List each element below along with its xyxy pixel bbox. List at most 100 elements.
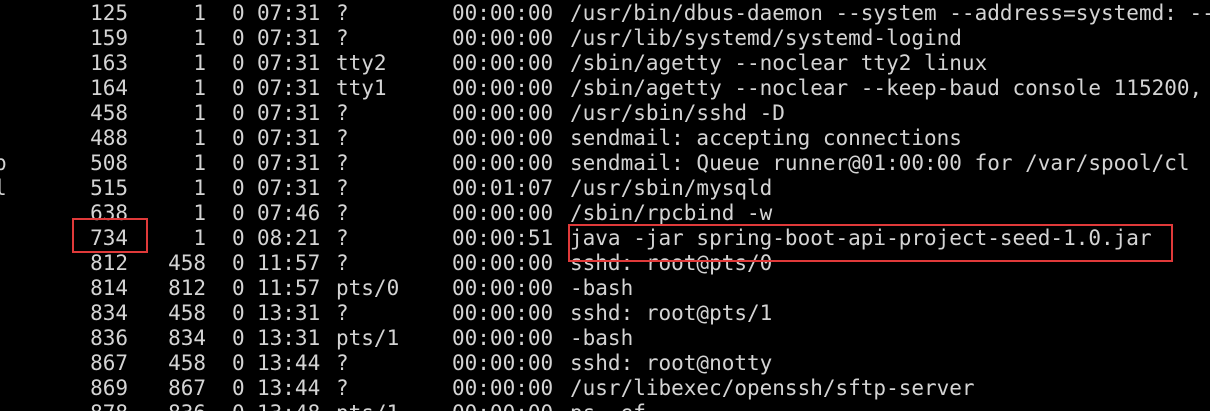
process-row: 488 1 0 07:31? 00:00:00 sendmail: accepting c… (0, 126, 1210, 151)
tty-cell: ? (336, 376, 349, 400)
start-time-cell: 11:57 (257, 251, 321, 275)
tty-cell: ? (336, 351, 349, 375)
start-time-cell: 08:21 (257, 226, 321, 250)
cpu-time-cell: 00:00:00 (452, 26, 554, 50)
cpu-time-cell: 00:00:00 (452, 326, 554, 350)
pid-cell: 814 (90, 276, 128, 300)
start-time-cell: 07:46 (257, 201, 321, 225)
process-row: 458 1 0 07:31? 00:00:00/usr/sbin/sshd -D (0, 101, 1210, 126)
cpu-cell: 0 (232, 401, 245, 411)
start-time-cell: 07:31 (257, 126, 321, 150)
tty-cell: ? (336, 151, 349, 175)
cpu-time-cell: 00:00:00 (452, 276, 554, 300)
cpu-cell: 0 (232, 151, 245, 175)
ppid-cell: 458 (168, 301, 206, 325)
tty-cell: ? (336, 226, 349, 250)
command-cell: /usr/lib/systemd/systemd-logind (570, 26, 962, 50)
start-time-cell: 13:44 (257, 376, 321, 400)
command-cell: /usr/sbin/sshd -D (570, 101, 785, 125)
start-time-cell: 07:31 (257, 1, 321, 25)
command-cell: sshd: root@notty (570, 351, 773, 375)
command-cell: sshd: root@pts/1 (570, 301, 773, 325)
pid-cell: 515 (90, 176, 128, 200)
cpu-cell: 0 (232, 376, 245, 400)
process-row: l 515 1 0 07:31? 00:01:07/usr/sbin/mysqld (0, 176, 1210, 201)
pid-cell: 834 (90, 301, 128, 325)
tty-cell: ? (336, 101, 349, 125)
cpu-cell: 0 (232, 251, 245, 275)
start-time-cell: 13:48 (257, 401, 320, 411)
cpu-cell: 0 (232, 276, 245, 300)
command-cell: /sbin/agetty --noclear tty2 linux (570, 51, 988, 75)
tty-cell: ? (336, 1, 349, 25)
uid-cell: p (0, 151, 7, 175)
pid-cell: 867 (90, 351, 128, 375)
process-row: 163 1 0 07:31 tty2 00:00:00/sbin/agetty --noc… (0, 51, 1210, 76)
command-cell: java -jar spring-boot-api-project-seed-1… (570, 226, 1152, 250)
pid-cell: 638 (90, 201, 128, 225)
pid-cell: 734 (90, 226, 128, 250)
ppid-cell: 867 (168, 376, 206, 400)
ppid-cell: 1 (193, 201, 206, 225)
pid-cell: 163 (90, 51, 128, 75)
command-cell: -bash (570, 276, 634, 300)
command-cell: /usr/bin/dbus-daemon --system --address=… (570, 1, 1210, 25)
ppid-cell: 1 (193, 101, 206, 125)
start-time-cell: 13:44 (257, 351, 321, 375)
cpu-cell: 0 (232, 351, 245, 375)
process-row: p 508 1 0 07:31? 00:00:00 sendmail: Queue runn… (0, 151, 1210, 176)
tty-cell: ? (336, 126, 349, 150)
command-cell: /sbin/rpcbind -w (570, 201, 773, 225)
tty-cell: tty2 (336, 51, 387, 75)
tty-cell: ? (336, 301, 349, 325)
ppid-cell: 1 (193, 126, 206, 150)
cpu-time-cell: 00:00:00 (452, 151, 554, 175)
start-time-cell: 07:31 (257, 26, 321, 50)
pid-cell: 836 (90, 326, 128, 350)
terminal-output[interactable]: 125 1 0 07:31? 00:00:00/usr/bin/dbus-daemon … (0, 0, 1210, 411)
tty-cell: ? (336, 201, 349, 225)
pid-cell: 164 (90, 76, 128, 100)
cpu-time-cell: 00:00:00 (452, 1, 554, 25)
cpu-cell: 0 (232, 101, 245, 125)
process-row: 834 458 0 13:31? 00:00:00 sshd: root@pts/1 (0, 301, 1210, 326)
cpu-cell: 0 (232, 326, 245, 350)
command-cell: /usr/libexec/openssh/sftp-server (570, 376, 975, 400)
tty-cell: ? (336, 251, 349, 275)
process-row: 878 836 0 13:48 pts/1 00:00:00 ps -ef (0, 401, 1210, 411)
cpu-cell: 0 (232, 301, 245, 325)
cpu-time-cell: 00:00:51 (452, 226, 554, 250)
ppid-cell: 458 (168, 251, 206, 275)
cpu-cell: 0 (232, 1, 245, 25)
process-row: 638 1 0 07:46? 00:00:00/sbin/rpcbind -w (0, 201, 1210, 226)
pid-cell: 508 (90, 151, 128, 175)
pid-cell: 125 (90, 1, 128, 25)
process-row: 164 1 0 07:31 tty1 00:00:00/sbin/agetty --noc… (0, 76, 1210, 101)
pid-cell: 878 (76, 401, 128, 411)
ppid-cell: 1 (193, 26, 206, 50)
cpu-time-cell: 00:00:00 (452, 201, 554, 225)
start-time-cell: 07:31 (257, 176, 321, 200)
cpu-cell: 0 (232, 76, 245, 100)
cpu-cell: 0 (232, 26, 245, 50)
ppid-cell: 1 (193, 51, 206, 75)
ppid-cell: 1 (193, 151, 206, 175)
uid-cell: l (0, 176, 7, 200)
cpu-time-cell: 00:00:00 (452, 101, 554, 125)
cpu-cell: 0 (232, 226, 245, 250)
process-row: 812 458 0 11:57? 00:00:00 sshd: root@pts/0 (0, 251, 1210, 276)
process-row: 159 1 0 07:31? 00:00:00/usr/lib/systemd/syst… (0, 26, 1210, 51)
ppid-cell: 834 (168, 326, 206, 350)
command-cell: -bash (570, 326, 634, 350)
ppid-cell: 1 (193, 226, 206, 250)
cpu-time-cell: 00:00:00 (452, 301, 554, 325)
command-cell: sendmail: Queue runner@01:00:00 for /var… (570, 151, 1190, 175)
start-time-cell: 13:31 (257, 326, 321, 350)
tty-cell: pts/1 (336, 326, 400, 350)
command-cell: /sbin/agetty --noclear --keep-baud conso… (570, 76, 1203, 100)
process-row: 734 1 0 08:21? 00:00:51 java -jar spring-boot… (0, 226, 1210, 251)
cpu-time-cell: 00:00:00 (452, 376, 554, 400)
cpu-time-cell: 00:00:00 (452, 76, 554, 100)
pid-cell: 488 (90, 126, 128, 150)
tty-cell: tty1 (336, 76, 387, 100)
